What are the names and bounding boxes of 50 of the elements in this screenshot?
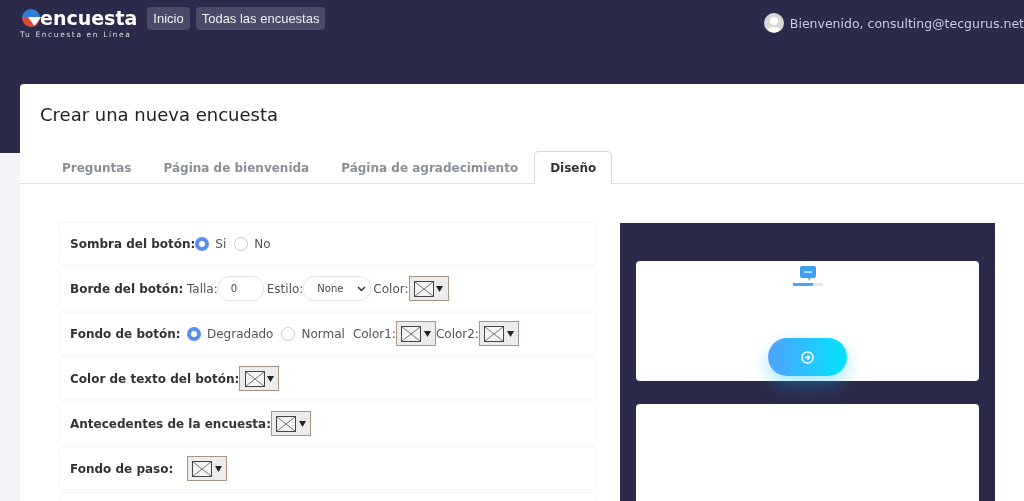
dropdown-arrow-icon [436, 285, 444, 292]
image-placeholder-icon [192, 460, 213, 477]
field-label: Color1: [352, 326, 396, 341]
setting-label: Sombra del botón: [70, 236, 196, 251]
setting-label: Color de texto del botón: [70, 371, 240, 386]
radio-label: No [254, 236, 271, 251]
dropdown-arrow-icon [298, 420, 306, 427]
color-picker[interactable] [271, 411, 311, 436]
color-picker[interactable] [239, 366, 280, 391]
radio-label: Normal [301, 326, 345, 341]
page-title: Crear una nueva encuesta [39, 103, 279, 127]
color-picker[interactable] [187, 456, 227, 481]
dropdown-arrow-icon [214, 465, 222, 472]
image-placeholder-icon [401, 325, 422, 342]
radio-button[interactable] [234, 236, 249, 251]
setting-label: Borde del botón: [70, 281, 185, 296]
setting-label: Fondo de botón: [70, 326, 182, 341]
avatar-icon [763, 13, 784, 33]
radio-label: Si [215, 236, 227, 251]
color-picker[interactable] [478, 321, 519, 346]
size-input[interactable]: 0 [217, 276, 264, 301]
image-placeholder-icon [276, 415, 297, 432]
image-placeholder-icon [484, 325, 505, 342]
logo-name: encuesta [40, 8, 138, 28]
chevron-down-icon [357, 285, 367, 292]
dropdown-arrow-icon [423, 330, 431, 337]
nav-button[interactable]: Todas las encuestas [195, 7, 326, 30]
setting-label: Fondo de paso: [70, 461, 175, 476]
radio-button[interactable] [195, 236, 210, 251]
radio-button[interactable] [187, 326, 201, 341]
field-label: Color: [373, 281, 409, 296]
logo-icon [20, 7, 42, 29]
dropdown-arrow-icon [506, 330, 514, 337]
image-placeholder-icon [413, 280, 434, 297]
speech-bubble-icon [799, 266, 816, 282]
field-label: Estilo: [266, 281, 304, 296]
setting-label: Antecedentes de la encuesta: [70, 416, 271, 431]
color-picker[interactable] [408, 276, 449, 301]
welcome-text: Bienvenido, consulting@tecgurus.net [789, 15, 1024, 31]
dropdown-arrow-icon [267, 375, 275, 382]
tab[interactable]: Diseño [534, 151, 613, 184]
style-select[interactable]: None [303, 276, 372, 301]
radio-label: Degradado [207, 326, 274, 341]
arrow-circle-icon [801, 350, 814, 364]
field-label: Talla: [187, 281, 218, 296]
color-picker[interactable] [395, 321, 436, 346]
image-placeholder-icon [244, 370, 265, 387]
nav-button[interactable]: Inicio [147, 7, 190, 30]
radio-button[interactable] [281, 326, 296, 341]
field-label: Color2: [435, 326, 479, 341]
